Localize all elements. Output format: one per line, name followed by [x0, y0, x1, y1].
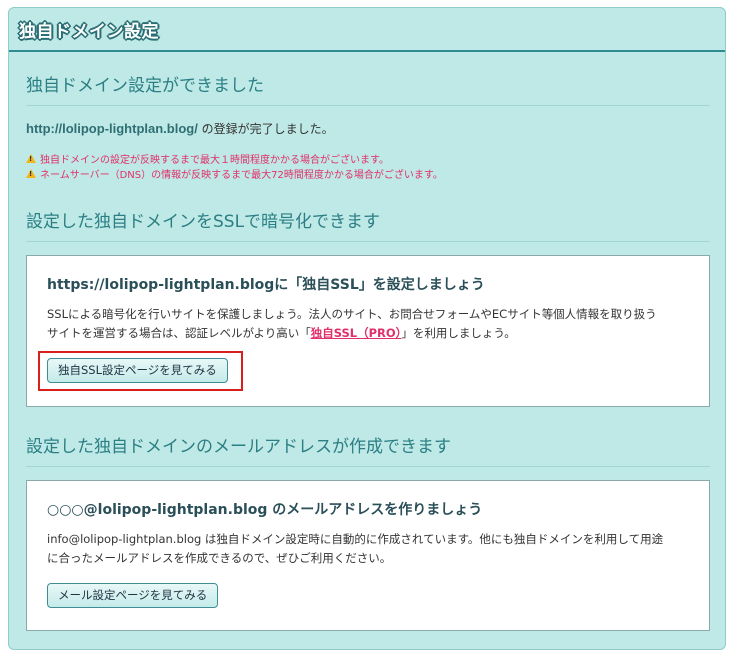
ssl-heading: 設定した独自ドメインをSSLで暗号化できます: [26, 207, 710, 242]
warning-line-1: 独自ドメインの設定が反映するまで最大１時間程度かかる場合がございます。: [26, 151, 389, 166]
warning-icon: [26, 154, 36, 163]
mail-heading: 設定した独自ドメインのメールアドレスが作成できます: [26, 432, 710, 467]
ssl-body-line-2-prefix: サイトを運営する場合は、認証レベルがより高い「: [47, 326, 311, 340]
mail-settings-button[interactable]: メール設定ページを見てみる: [47, 583, 219, 608]
ssl-body-line-1: SSLによる暗号化を行いサイトを保護しましょう。法人のサイト、お問合せフォームや…: [47, 307, 657, 321]
mail-card-title: ○○○@lolipop-lightplan.blog のメールアドレスを作りまし…: [47, 502, 483, 518]
ssl-body-line-2: サイトを運営する場合は、認証レベルがより高い「独自SSL（PRO）」を利用しまし…: [47, 324, 687, 343]
warning-line-2: ネームサーバー（DNS）の情報が反映するまで最大72時間程度かかる場合がございま…: [26, 166, 443, 181]
mail-body-line-2: に合ったメールアドレスを作成できるので、ぜひご利用ください。: [47, 551, 392, 565]
domain-settings-panel: 独自ドメイン設定 独自ドメイン設定ができました http://lolipop-l…: [8, 7, 726, 650]
ssl-pro-link[interactable]: 独自SSL（PRO）: [311, 326, 402, 340]
completion-heading: 独自ドメイン設定ができました: [26, 71, 710, 106]
panel-header: 独自ドメイン設定: [9, 8, 725, 52]
panel-title: 独自ドメイン設定: [19, 22, 159, 42]
warning-text-2: ネームサーバー（DNS）の情報が反映するまで最大72時間程度かかる場合がございま…: [40, 170, 443, 181]
warning-icon: [26, 169, 36, 178]
warning-text-1: 独自ドメインの設定が反映するまで最大１時間程度かかる場合がございます。: [40, 155, 389, 166]
mail-card-body: info@lolipop-lightplan.blog は独自ドメイン設定時に自…: [47, 530, 687, 568]
domain-registered-line: http://lolipop-lightplan.blog/ の登録が完了しまし…: [26, 120, 334, 137]
domain-registered-text: の登録が完了しました。: [197, 122, 334, 136]
highlight-annotation-box: [38, 351, 243, 391]
ssl-body-line-2-suffix: 」を利用しましょう。: [401, 326, 516, 340]
ssl-card-body: SSLによる暗号化を行いサイトを保護しましょう。法人のサイト、お問合せフォームや…: [47, 305, 687, 343]
ssl-card-title: https://lolipop-lightplan.blogに「独自SSL」を設…: [47, 277, 485, 293]
mail-card: ○○○@lolipop-lightplan.blog のメールアドレスを作りまし…: [26, 480, 710, 631]
domain-url: http://lolipop-lightplan.blog/: [26, 121, 198, 136]
mail-body-line-1: info@lolipop-lightplan.blog は独自ドメイン設定時に自…: [47, 532, 664, 546]
